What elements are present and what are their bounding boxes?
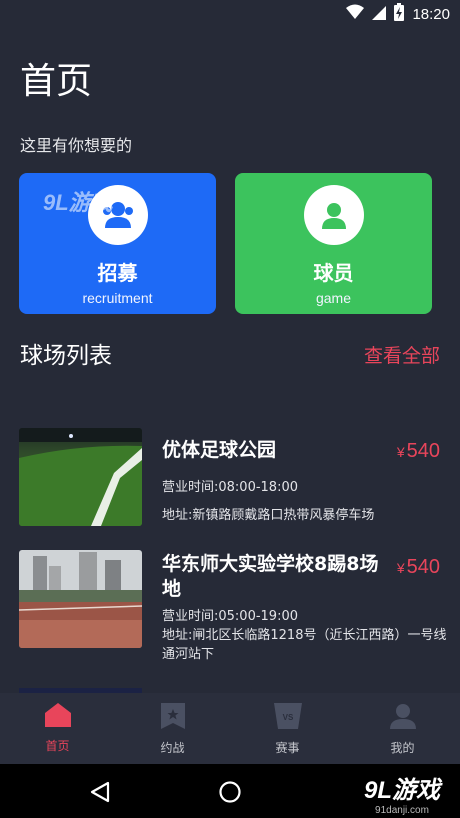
clock: 18:20 — [412, 5, 450, 23]
nav-item-events[interactable]: VS 赛事 — [230, 693, 345, 764]
venue-hours: 营业时间:08:00-18:00 — [162, 480, 298, 495]
price-value: 540 — [406, 556, 440, 578]
venue-address: 地址:新镇路顾戴路口热带风暴停车场 — [162, 508, 375, 523]
section-title: 球场列表 — [20, 343, 112, 369]
venue-item[interactable]: 优体足球公园 ¥540 营业时间:08:00-18:00 地址:新镇路顾戴路口热… — [0, 428, 460, 538]
nav-label: 首页 — [45, 739, 70, 753]
price-value: 540 — [406, 440, 440, 462]
back-triangle-icon — [90, 781, 110, 803]
nav-label: 我的 — [390, 741, 415, 755]
status-bar: 18:20 — [0, 0, 460, 28]
bookmark-star-icon — [160, 703, 185, 733]
wifi-icon — [346, 4, 365, 24]
home-button[interactable] — [216, 778, 244, 806]
watermark-logo-text: 9L游戏 — [363, 777, 440, 804]
venue-photo — [19, 428, 142, 526]
view-all-link[interactable]: 查看全部 — [364, 341, 440, 368]
bottom-nav: 首页 约战 VS 赛事 我的 — [0, 693, 460, 764]
page-title: 首页 — [20, 61, 93, 102]
currency-symbol: ¥ — [396, 560, 405, 576]
nav-label: 赛事 — [275, 741, 300, 755]
nav-item-challenge[interactable]: 约战 — [115, 693, 230, 764]
venue-name: 优体足球公园 — [162, 439, 277, 461]
recruitment-card-title: 招募 — [97, 261, 138, 285]
player-card-subtitle: game — [315, 290, 352, 306]
venue-item[interactable]: 华东师大实验学校8踢8场地 ¥540 营业时间:05:00-19:00 地址:闸… — [0, 550, 460, 662]
player-card-title: 球员 — [313, 261, 354, 285]
versus-icon: VS — [273, 703, 302, 733]
venue-address: 地址:闸北区长临路1218号（近长江西路）一号线通河站下 — [162, 628, 447, 662]
recruitment-card-subtitle: recruitment — [82, 290, 153, 306]
profile-icon — [389, 703, 416, 733]
nav-label: 约战 — [160, 741, 185, 755]
nav-item-profile[interactable]: 我的 — [345, 693, 460, 764]
signal-icon — [372, 4, 387, 24]
page-subtitle: 这里有你想要的 — [20, 136, 133, 155]
user-icon — [303, 185, 364, 245]
venue-price: ¥540 — [397, 440, 440, 463]
home-icon — [44, 703, 71, 731]
venue-photo — [19, 550, 142, 648]
watermark-logo: 9L游戏 — [43, 190, 113, 215]
currency-symbol: ¥ — [396, 444, 405, 460]
battery-charging-icon — [394, 3, 405, 25]
venue-price: ¥540 — [397, 556, 440, 579]
venue-hours: 营业时间:05:00-19:00 — [162, 609, 298, 624]
watermark-corner: 9L游戏 91danji.com — [364, 770, 440, 816]
nav-item-home[interactable]: 首页 — [0, 693, 115, 764]
venue-name: 华东师大实验学校8踢8场地 — [162, 553, 379, 600]
home-circle-icon — [219, 781, 241, 803]
svg-text:VS: VS — [282, 713, 293, 722]
player-card[interactable]: 球员 game — [235, 173, 432, 314]
back-button[interactable] — [86, 778, 114, 806]
watermark-site: 91danji.com — [375, 805, 429, 816]
